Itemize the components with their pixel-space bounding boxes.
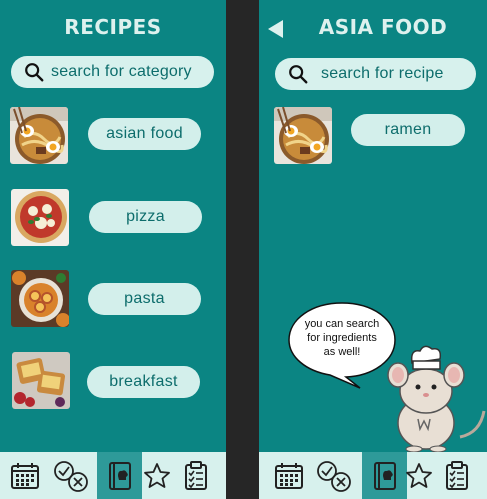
search-icon [289, 65, 308, 84]
star-icon[interactable] [399, 452, 439, 499]
star-icon[interactable] [137, 452, 177, 499]
asian-food-image[interactable] [10, 107, 68, 164]
check-cross-icon[interactable] [51, 452, 91, 499]
category-search-input[interactable]: search for category [11, 56, 214, 88]
pizza-image[interactable] [11, 189, 69, 246]
category-breakfast[interactable]: breakfast [87, 366, 200, 398]
breakfast-image[interactable] [12, 352, 70, 409]
clipboard-checklist-icon[interactable] [176, 452, 216, 499]
page-title: ASIA FOOD [318, 15, 448, 39]
category-pasta[interactable]: pasta [88, 283, 201, 315]
recipe-search-input[interactable]: search for recipe [275, 58, 476, 90]
check-cross-icon[interactable] [314, 452, 354, 499]
recipes-screen: RECIPES search for category asian food p… [0, 0, 226, 499]
category-pizza[interactable]: pizza [89, 201, 202, 233]
recipe-ramen[interactable]: ramen [351, 114, 465, 146]
tip-text: you can search for ingredients as well! [304, 318, 380, 358]
calendar-icon[interactable] [5, 452, 45, 499]
category-asian-food[interactable]: asian food [88, 118, 201, 150]
ramen-image[interactable] [274, 107, 332, 164]
bottom-navigation [259, 452, 487, 499]
clipboard-checklist-icon[interactable] [437, 452, 477, 499]
search-icon [25, 63, 44, 82]
search-placeholder: search for category [51, 63, 192, 80]
recipe-book-icon[interactable] [97, 452, 142, 499]
calendar-icon[interactable] [269, 452, 309, 499]
bottom-navigation [0, 452, 226, 499]
pasta-image[interactable] [11, 270, 69, 327]
page-title: RECIPES [64, 15, 162, 39]
chef-mouse-illustration [387, 345, 486, 452]
search-placeholder: search for recipe [321, 65, 444, 82]
